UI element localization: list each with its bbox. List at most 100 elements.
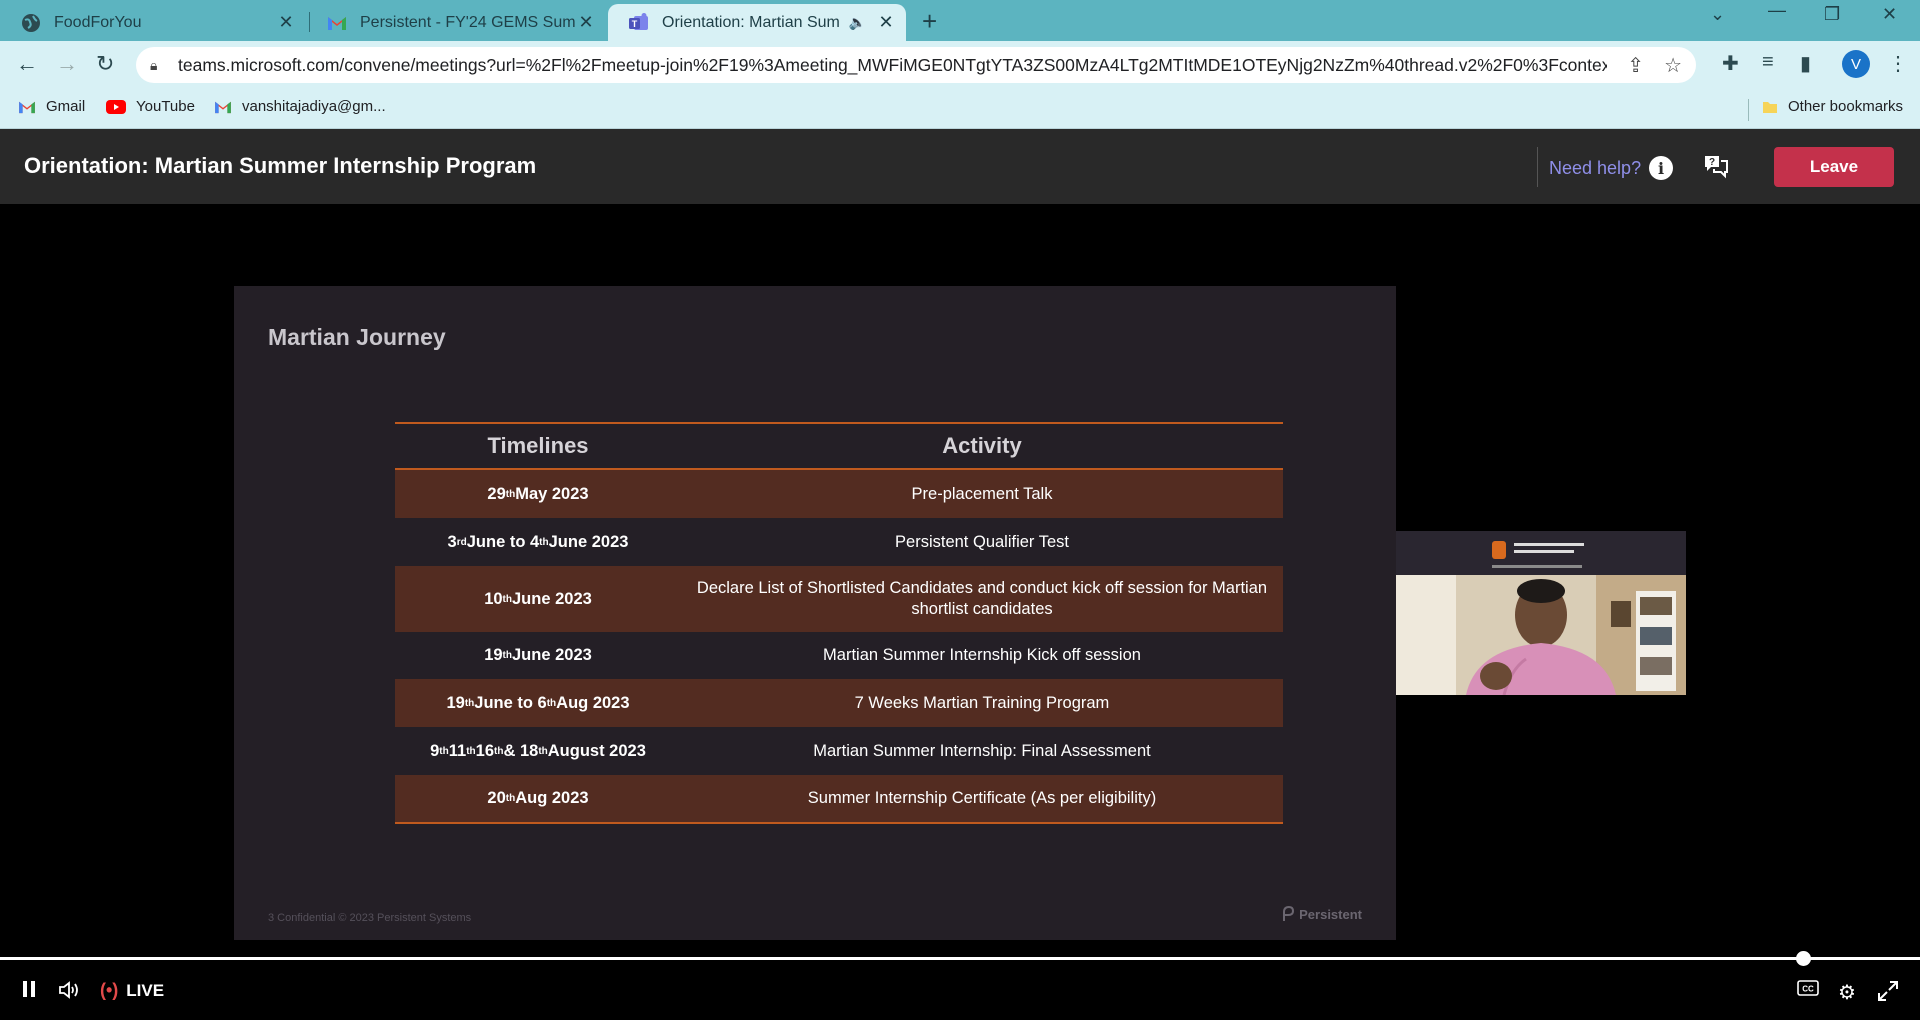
persistent-logo-text: Persistent (1299, 906, 1362, 922)
activity-cell: 7 Weeks Martian Training Program (854, 693, 1110, 712)
bookmarks-bar: Gmail YouTube vanshitajadiya@gm... Other… (0, 89, 1920, 129)
chat-help-icon[interactable]: ? (1702, 153, 1730, 184)
timeline-cell: 29th May 2023 (487, 484, 589, 503)
minimize-window-icon[interactable]: — (1768, 0, 1786, 21)
bookmark-youtube[interactable]: YouTube (106, 98, 195, 115)
meeting-title: Orientation: Martian Summer Internship P… (24, 153, 537, 178)
table-row: 10th June 2023 Declare List of Shortlist… (395, 566, 1283, 632)
bookmark-star-icon[interactable]: ☆ (1664, 53, 1682, 78)
gmail-icon (18, 100, 36, 114)
progress-knob[interactable] (1796, 951, 1811, 966)
need-help-label: Need help? (1549, 157, 1642, 178)
timeline-cell: 20th Aug 2023 (487, 789, 589, 807)
gmail-icon (214, 100, 232, 114)
close-tab-icon[interactable]: ✕ (876, 12, 896, 33)
side-panel-icon[interactable]: ▮ (1800, 51, 1811, 76)
bookmark-label: YouTube (136, 98, 195, 115)
header-timelines: Timelines (487, 433, 589, 458)
svg-text:T: T (632, 19, 638, 29)
tab-title: FoodForYou (54, 13, 142, 31)
forward-arrow-icon[interactable]: → (56, 51, 78, 77)
slide-footer-confidential: 3 Confidential © 2023 Persistent Systems (268, 912, 472, 924)
back-arrow-icon[interactable]: ← (16, 51, 38, 77)
tab-title: Persistent - FY'24 GEMS Summer (360, 13, 576, 31)
persistent-logo: Persistent (1280, 906, 1362, 922)
lock-icon[interactable]: 🔒︎ (150, 57, 166, 74)
activity-cell: Martian Summer Internship: Final Assessm… (813, 741, 1151, 760)
gmail-icon (326, 12, 348, 34)
new-tab-button[interactable]: + (922, 6, 937, 37)
other-bookmarks[interactable]: Other bookmarks (1762, 98, 1903, 115)
timeline-table: Timelines Activity 29th May 2023 Pre-pla… (395, 422, 1283, 824)
header-divider (1537, 147, 1538, 187)
leave-button[interactable]: Leave (1774, 147, 1894, 187)
timeline-cell: 3rd June to 4th June 2023 (447, 532, 629, 551)
need-help-link[interactable]: Need help? i (1549, 156, 1674, 180)
meeting-header: Orientation: Martian Summer Internship P… (0, 129, 1920, 204)
live-broadcast-icon: (•) (100, 980, 119, 1000)
tab-foodforyou[interactable]: FoodForYou ✕ (0, 4, 306, 41)
bookmark-email[interactable]: vanshitajadiya@gm... (214, 98, 386, 115)
timeline-cell: 19th June to 6th Aug 2023 (446, 693, 630, 712)
table-row: 19th June 2023 Martian Summer Internship… (395, 632, 1283, 679)
media-queue-icon[interactable]: ≡ (1762, 51, 1774, 74)
youtube-icon (106, 99, 126, 114)
browser-menu-icon[interactable]: ⋮ (1888, 51, 1908, 76)
fullscreen-icon[interactable] (1877, 980, 1899, 1002)
volume-icon[interactable] (58, 980, 82, 1000)
settings-gear-icon[interactable]: ⚙ (1838, 980, 1856, 1005)
playback-progress-track[interactable] (0, 957, 1920, 960)
table-row: 29th May 2023 Pre-placement Talk (395, 470, 1283, 518)
svg-text:?: ? (1709, 157, 1715, 168)
bookmark-label: vanshitajadiya@gm... (242, 98, 386, 115)
close-tab-icon[interactable]: ✕ (276, 12, 296, 33)
header-activity: Activity (942, 433, 1022, 458)
activity-cell: Martian Summer Internship Kick off sessi… (823, 646, 1141, 664)
bookmarks-divider (1748, 99, 1749, 121)
tab-persistent-gmail[interactable]: Persistent - FY'24 GEMS Summer ✕ (306, 4, 606, 41)
info-icon: i (1649, 156, 1674, 180)
speaker-icon[interactable]: 🔈 (849, 14, 866, 31)
timeline-cell: 9th 11th 16th & 18th August 2023 (430, 741, 646, 760)
restore-window-icon[interactable]: ❐ (1824, 4, 1840, 25)
folder-icon (1762, 100, 1778, 114)
table-row: 20th Aug 2023 Summer Internship Certific… (395, 775, 1283, 824)
table-row: 9th 11th 16th & 18th August 2023 Martian… (395, 727, 1283, 775)
timeline-cell: 19th June 2023 (484, 646, 592, 664)
url-text[interactable]: teams.microsoft.com/convene/meetings?url… (178, 55, 1607, 76)
shared-slide: Martian Journey Timelines Activity 29th … (234, 286, 1396, 940)
reload-icon[interactable]: ↻ (96, 51, 114, 77)
table-row: 19th June to 6th Aug 2023 7 Weeks Martia… (395, 679, 1283, 727)
browser-tab-strip: FoodForYou ✕ Persistent - FY'24 GEMS Sum… (0, 0, 1920, 41)
close-tab-icon[interactable]: ✕ (576, 12, 596, 33)
presenter-video-tile[interactable] (1396, 531, 1686, 695)
extensions-puzzle-icon[interactable]: ✚ (1722, 51, 1739, 76)
browser-toolbar: ← → ↻ 🔒︎ teams.microsoft.com/convene/mee… (0, 41, 1920, 89)
persistent-logo-mark-icon (1283, 906, 1295, 921)
live-label: LIVE (126, 980, 165, 1000)
bookmark-label: Other bookmarks (1788, 98, 1904, 115)
tab-title: Orientation: Martian Summe (662, 13, 839, 31)
closed-captions-icon[interactable]: CC (1797, 980, 1819, 996)
tab-search-chevron-icon[interactable]: ⌄ (1710, 4, 1725, 25)
bookmark-label: Gmail (46, 98, 86, 115)
meeting-stage: Martian Journey Timelines Activity 29th … (0, 204, 1920, 1020)
live-indicator: (•) LIVE (100, 980, 164, 1001)
activity-cell: Summer Internship Certificate (As per el… (807, 789, 1157, 807)
activity-cell: Declare List of Shortlisted Candidates a… (696, 579, 1268, 618)
presenter-video-image (1396, 531, 1686, 695)
bookmark-gmail[interactable]: Gmail (18, 98, 85, 115)
address-bar[interactable]: 🔒︎ teams.microsoft.com/convene/meetings?… (136, 47, 1696, 83)
teams-icon: T (628, 12, 650, 34)
slide-title: Martian Journey (268, 324, 446, 350)
table-row: 3rd June to 4th June 2023 Persistent Qua… (395, 518, 1283, 566)
pause-icon[interactable] (22, 980, 36, 998)
close-window-icon[interactable]: ✕ (1882, 4, 1897, 25)
globe-icon (20, 12, 42, 34)
tab-orientation-teams[interactable]: T Orientation: Martian Summe 🔈 ✕ (608, 4, 906, 41)
share-icon[interactable]: ⇪ (1627, 53, 1644, 78)
profile-avatar[interactable]: V (1842, 50, 1870, 78)
svg-text:CC: CC (1802, 985, 1814, 994)
activity-cell: Persistent Qualifier Test (895, 532, 1069, 551)
timeline-cell: 10th June 2023 (484, 589, 592, 608)
